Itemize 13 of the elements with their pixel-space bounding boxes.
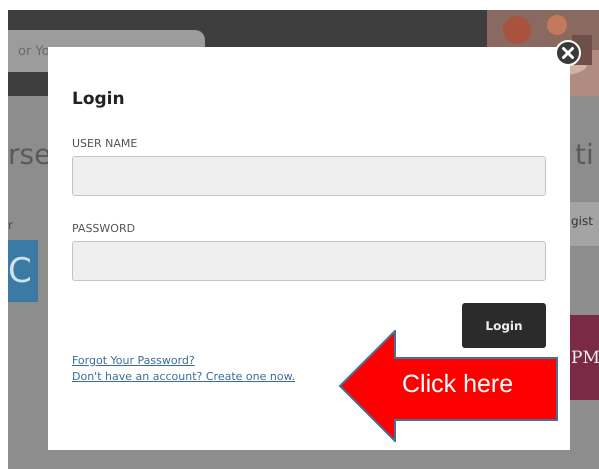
link[interactable]: Don't have an account? Create one now.	[72, 370, 296, 383]
field-label: USER NAME	[72, 137, 138, 150]
banner-tile: PM	[570, 315, 599, 400]
dialog-title: Login	[72, 89, 126, 109]
background-text: r	[8, 218, 13, 232]
tile: C	[8, 240, 38, 302]
link[interactable]: Forgot Your Password?	[72, 354, 195, 367]
input-field[interactable]	[72, 156, 546, 196]
field-label: PASSWORD	[72, 222, 136, 235]
input-field[interactable]	[72, 241, 546, 281]
login-button[interactable]: Login	[462, 303, 546, 348]
callout-text: Click here	[402, 370, 514, 399]
tab-text: gist	[571, 214, 593, 228]
